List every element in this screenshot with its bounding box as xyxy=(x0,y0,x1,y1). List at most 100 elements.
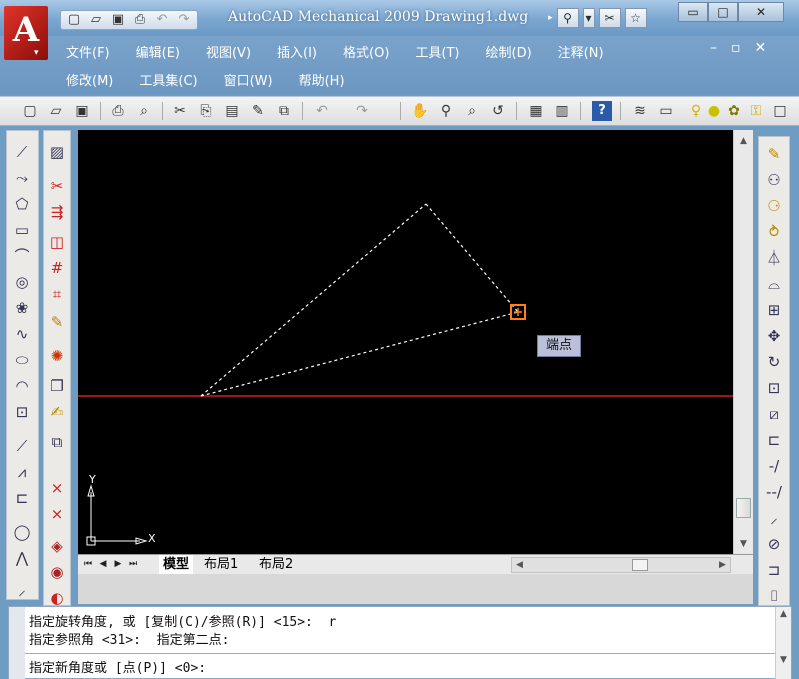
command-scroll-up-icon[interactable]: ▲ xyxy=(776,609,791,619)
scroll-left-arrow-icon[interactable]: ◀ xyxy=(516,558,523,572)
properties-icon[interactable]: ▦ xyxy=(526,101,546,121)
mirror-icon[interactable]: ⏃ xyxy=(762,247,786,269)
calculator-icon[interactable]: ▥ xyxy=(552,101,572,121)
menu-tools[interactable]: 工具(T) xyxy=(415,42,459,61)
chamfer-right-icon[interactable]: ⊐ xyxy=(762,559,786,581)
menu-file[interactable]: 文件(F) xyxy=(66,42,110,61)
mark-icon[interactable]: ⸝ xyxy=(10,579,34,601)
edit-icon[interactable]: ✍ xyxy=(45,401,69,423)
copy-object-icon[interactable]: ❐ xyxy=(45,375,69,397)
ellipse-arc-icon[interactable]: ◠ xyxy=(10,375,34,397)
ellipse-icon[interactable]: ⬭ xyxy=(10,349,34,371)
close-button[interactable]: ✕ xyxy=(738,2,784,22)
layer-manager-icon[interactable]: ≋ xyxy=(630,101,650,121)
construction-line-icon[interactable]: ⤳ xyxy=(10,167,34,189)
drawing-area[interactable] xyxy=(78,130,733,554)
menu-modify[interactable]: 修改(M) xyxy=(66,70,113,89)
render-icon[interactable]: ◉ xyxy=(45,561,69,583)
save-icon[interactable]: ▣ xyxy=(72,101,92,121)
menu-view[interactable]: 视图(V) xyxy=(206,42,251,61)
menu-insert[interactable]: 插入(I) xyxy=(277,42,317,61)
zoom-realtime-icon[interactable]: ⚲ xyxy=(436,101,456,121)
maximize-button[interactable]: □ xyxy=(708,2,738,22)
print-preview-icon[interactable]: ⌕ xyxy=(134,101,154,121)
erase-pencil-icon[interactable]: ✎ xyxy=(762,143,786,165)
join-icon[interactable]: ⊘ xyxy=(762,533,786,555)
command-window-grip[interactable] xyxy=(9,607,25,679)
doc-close-button[interactable]: ✕ xyxy=(755,40,767,56)
3d-block-icon[interactable]: ◈ xyxy=(45,535,69,557)
zigzag-icon[interactable]: ⋀ xyxy=(10,547,34,569)
stretch-right-icon[interactable]: ⧄ xyxy=(762,403,786,425)
zoom-previous-icon[interactable]: ↺ xyxy=(488,101,508,121)
hatch-icon[interactable]: ▨ xyxy=(45,141,69,163)
menu-help[interactable]: 帮助(H) xyxy=(299,70,345,89)
revision-cloud-icon[interactable]: ❀ xyxy=(10,297,34,319)
scroll-down-arrow-icon[interactable]: ▼ xyxy=(734,535,753,553)
last-tab-icon[interactable]: ⏭ xyxy=(127,557,139,571)
new-icon[interactable]: ▢ xyxy=(64,11,84,29)
print-icon[interactable]: ⎙ xyxy=(108,101,128,121)
menu-draw[interactable]: 绘制(D) xyxy=(486,42,532,61)
undo-icon[interactable]: ↶ xyxy=(152,11,172,29)
star-icon[interactable]: ☆ xyxy=(624,8,647,28)
offset-shape-icon[interactable]: ⌓ xyxy=(762,273,786,295)
search-icon[interactable]: ⚲ xyxy=(556,8,579,28)
horizontal-scrollbar[interactable]: ◀ ▶ xyxy=(511,557,731,573)
scroll-right-arrow-icon[interactable]: ▶ xyxy=(719,558,726,572)
rotate-icon[interactable]: ↻ xyxy=(762,351,786,373)
block-editor-icon[interactable]: ⧉ xyxy=(274,101,294,121)
scale-icon[interactable]: ⊡ xyxy=(762,377,786,399)
command-prompt-input[interactable]: 指定新角度或 [点(P)] <0>: xyxy=(29,657,206,676)
lightbulb-icon[interactable]: ♀ xyxy=(686,101,706,121)
delete-duplicate-icon[interactable]: ⨯ xyxy=(45,503,69,525)
arc-icon[interactable]: ⌒ xyxy=(10,245,34,267)
offset-icon[interactable]: ⧉ xyxy=(45,431,69,453)
circle-tool-icon[interactable]: ◯ xyxy=(10,521,34,543)
explode-icon[interactable]: ✺ xyxy=(45,345,69,367)
circle-icon[interactable]: ◎ xyxy=(10,271,34,293)
rectangle-icon[interactable]: ▭ xyxy=(10,219,34,241)
menu-toolsets[interactable]: 工具集(C) xyxy=(139,70,197,89)
menu-edit[interactable]: 编辑(E) xyxy=(136,42,180,61)
menu-annotate[interactable]: 注释(N) xyxy=(558,42,604,61)
command-scrollbar[interactable]: ▲ ▼ xyxy=(775,607,791,679)
open-icon[interactable]: ▱ xyxy=(46,101,66,121)
app-logo[interactable]: A ▾ xyxy=(4,6,48,60)
fillet-right-icon[interactable]: ⌷ xyxy=(762,585,786,607)
prev-tab-icon[interactable]: ◀ xyxy=(97,557,109,571)
print-icon[interactable]: ⎙ xyxy=(130,11,150,29)
tab-layout1[interactable]: 布局1 xyxy=(204,555,238,574)
lock-icon[interactable]: ⚿ xyxy=(746,101,766,121)
pan-icon[interactable]: ✋ xyxy=(410,101,430,121)
dimension-icon[interactable]: ⩘ xyxy=(10,461,34,483)
save-icon[interactable]: ▣ xyxy=(108,11,128,29)
first-tab-icon[interactable]: ⏮ xyxy=(82,557,94,571)
chamfer-icon[interactable]: ⌗ xyxy=(45,283,69,305)
color-swatch-icon[interactable]: □ xyxy=(770,101,790,121)
tab-model[interactable]: 模型 xyxy=(159,555,194,574)
copy-circles-icon[interactable]: ⚇ xyxy=(762,169,786,191)
extend-right-icon[interactable]: --/ xyxy=(762,481,786,503)
minimize-button[interactable]: ▭ xyxy=(678,2,708,22)
array-icon[interactable]: ⊞ xyxy=(762,299,786,321)
open-icon[interactable]: ▱ xyxy=(86,11,106,29)
centerline-icon[interactable]: ⟋ xyxy=(10,435,34,457)
break-right-icon[interactable]: ⸝ xyxy=(762,507,786,529)
horizontal-scroll-thumb[interactable] xyxy=(632,559,648,571)
menu-window[interactable]: 窗口(W) xyxy=(224,70,273,89)
rotate-block-icon[interactable]: ⥁ xyxy=(762,221,786,243)
line-icon[interactable]: ⟋ xyxy=(10,141,34,163)
trim-icon[interactable]: ✂ xyxy=(45,175,69,197)
vertical-scroll-thumb[interactable] xyxy=(736,498,751,518)
redo-icon[interactable]: ↷ xyxy=(352,101,372,121)
doc-minimize-button[interactable]: – xyxy=(710,40,717,56)
lengthen-icon[interactable]: ⊏ xyxy=(762,429,786,451)
polygon-icon[interactable]: ⬠ xyxy=(10,193,34,215)
doc-restore-button[interactable]: ▫ xyxy=(731,40,741,56)
insert-block-icon[interactable]: ⊡ xyxy=(10,401,34,423)
zoom-window-icon[interactable]: ⌕ xyxy=(462,101,482,121)
search-dropdown-icon[interactable]: ▾ xyxy=(582,8,595,28)
command-scroll-down-icon[interactable]: ▼ xyxy=(776,655,791,665)
break-icon[interactable]: # xyxy=(45,257,69,279)
